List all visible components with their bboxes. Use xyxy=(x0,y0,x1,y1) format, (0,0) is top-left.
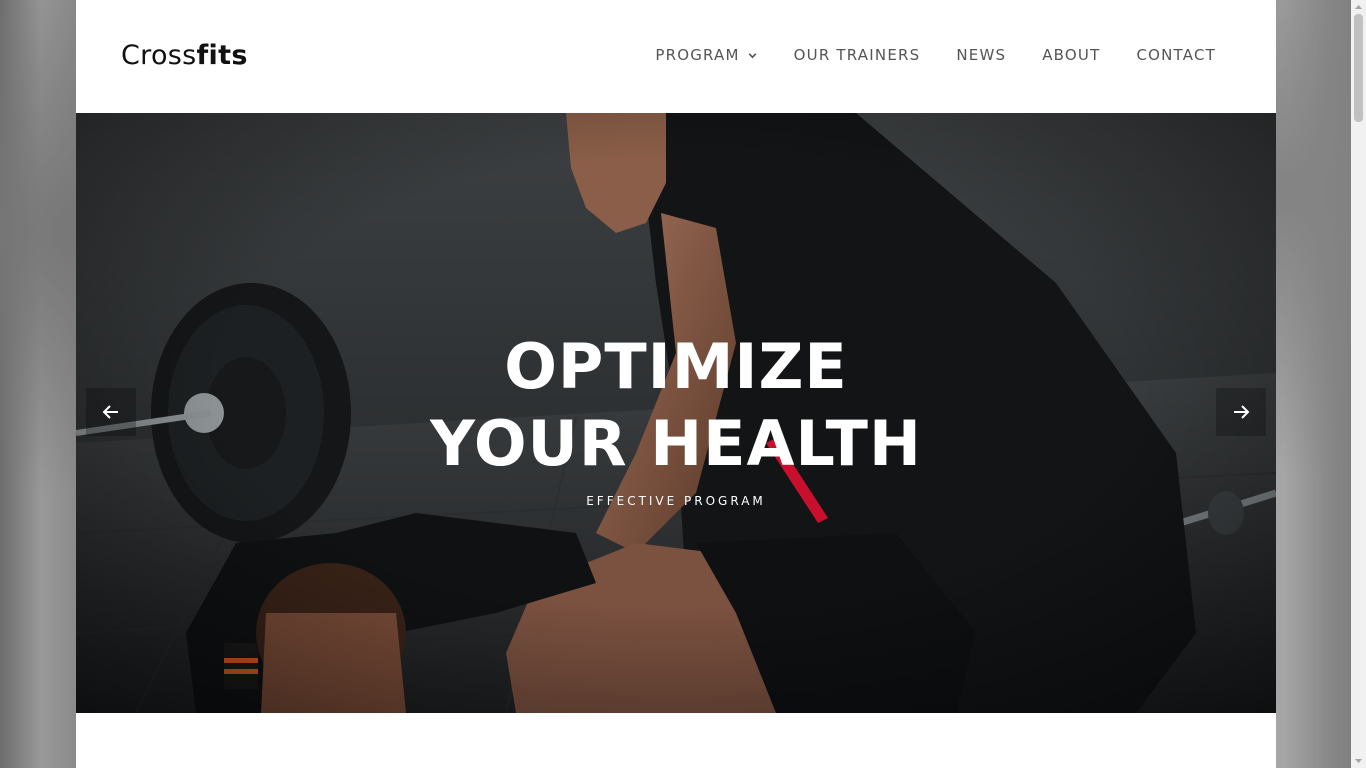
slider-prev-button[interactable] xyxy=(86,388,136,436)
nav-item-our-trainers[interactable]: OUR TRAINERS xyxy=(794,46,921,64)
background-right-panel xyxy=(1276,0,1351,768)
scrollbar-thumb[interactable] xyxy=(1354,14,1363,122)
nav-item-label: OUR TRAINERS xyxy=(793,46,921,64)
slider-next-button[interactable] xyxy=(1216,388,1266,436)
chevron-down-icon xyxy=(748,52,757,58)
logo[interactable]: Crossfits xyxy=(121,40,248,71)
logo-text-light: Cross xyxy=(121,40,197,71)
nav-item-about[interactable]: ABOUT xyxy=(1042,46,1100,64)
nav-item-label: ABOUT xyxy=(1042,46,1101,64)
nav-item-label: NEWS xyxy=(956,46,1007,64)
page-container: Crossfits PROGRAM OUR TRAINERS NEWS ABOU… xyxy=(76,0,1276,768)
nav-item-program[interactable]: PROGRAM xyxy=(655,46,757,64)
hero-caption: OPTIMIZE YOUR HEALTH EFFECTIVE PROGRAM xyxy=(76,328,1276,508)
hero-subtitle: EFFECTIVE PROGRAM xyxy=(586,494,766,508)
arrow-right-icon xyxy=(1234,405,1250,419)
nav-item-label: CONTACT xyxy=(1136,46,1216,64)
nav-item-contact[interactable]: CONTACT xyxy=(1136,46,1216,64)
arrow-left-icon xyxy=(102,405,118,419)
scroll-up-icon[interactable] xyxy=(1351,0,1366,14)
nav-item-label: PROGRAM xyxy=(655,46,740,64)
hero-title: OPTIMIZE YOUR HEALTH xyxy=(430,330,922,480)
main-nav: PROGRAM OUR TRAINERS NEWS ABOUT CONTACT xyxy=(619,46,1216,64)
scroll-down-icon[interactable] xyxy=(1351,754,1366,768)
nav-item-news[interactable]: NEWS xyxy=(956,46,1006,64)
site-header: Crossfits PROGRAM OUR TRAINERS NEWS ABOU… xyxy=(76,0,1276,113)
background-left-panel xyxy=(0,0,76,768)
page-scrollbar[interactable] xyxy=(1351,0,1366,768)
logo-text-bold: fits xyxy=(196,40,248,71)
hero-slider: OPTIMIZE YOUR HEALTH EFFECTIVE PROGRAM xyxy=(76,113,1276,713)
